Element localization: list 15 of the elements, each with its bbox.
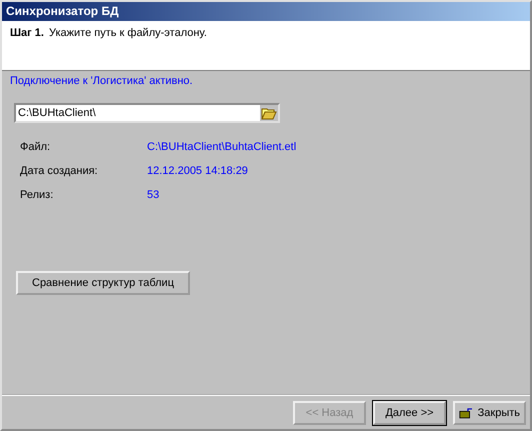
info-label: Релиз: <box>20 189 54 201</box>
path-field[interactable]: C:\BUHtaClient\ <box>14 103 280 123</box>
info-label: Файл: <box>20 141 52 153</box>
compare-tables-button[interactable]: Сравнение структур таблиц <box>16 271 190 295</box>
info-value: 12.12.2005 14:18:29 <box>147 165 249 177</box>
window-title: Синхронизатор БД <box>2 2 530 21</box>
info-label: Дата создания: <box>20 165 99 177</box>
connection-status: Подключение к 'Логистика' активно. <box>9 74 194 87</box>
folder-icon[interactable] <box>261 106 277 120</box>
instruction-text: Укажите путь к файлу-эталону. <box>48 27 207 41</box>
info-value: C:\BUHtaClient\BuhtaClient.etl <box>147 141 298 153</box>
step-label: Шаг 1. <box>10 27 44 41</box>
info-value: 53 <box>147 189 160 201</box>
close-button[interactable]: Закрыть <box>453 400 526 424</box>
nav-button[interactable]: Далее >> <box>373 400 446 424</box>
